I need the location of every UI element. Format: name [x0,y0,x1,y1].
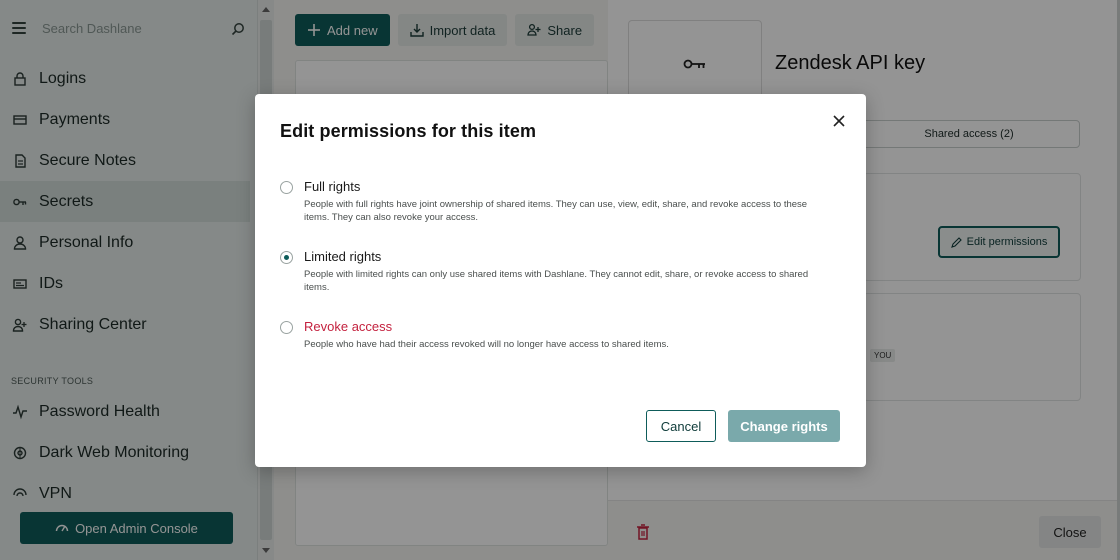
limited-rights-description: People with limited rights can only use … [304,269,809,293]
close-icon[interactable] [829,111,849,131]
cancel-button[interactable]: Cancel [646,410,716,442]
limited-rights-radio[interactable] [280,251,293,264]
dialog-title: Edit permissions for this item [280,121,537,141]
edit-permissions-dialog: Edit permissions for this item Full righ… [255,94,866,467]
change-rights-label: Change rights [740,418,828,434]
change-rights-button[interactable]: Change rights [728,410,840,442]
revoke-access-description: People who have had their access revoked… [304,339,669,350]
full-rights-radio[interactable] [280,181,293,194]
cancel-label: Cancel [660,418,702,434]
limited-rights-label: Limited rights [304,249,382,264]
full-rights-description: People with full rights have joint owner… [304,199,808,223]
full-rights-label: Full rights [304,179,361,194]
revoke-access-radio[interactable] [280,321,293,334]
revoke-access-label: Revoke access [304,319,393,334]
